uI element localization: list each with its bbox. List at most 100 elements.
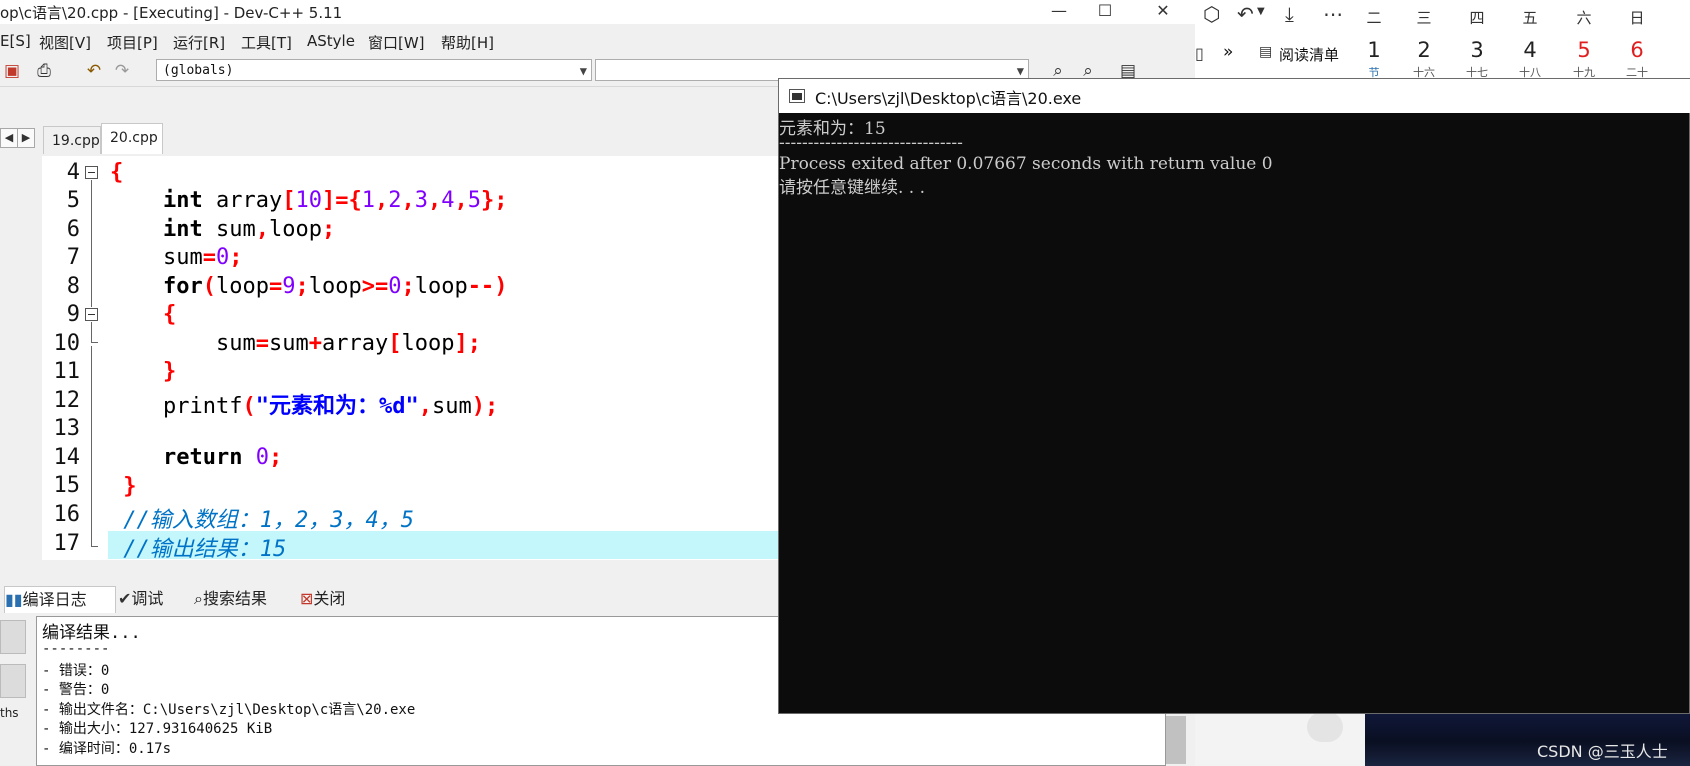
undo-icon[interactable]: ↶: [1237, 2, 1254, 26]
menu-project[interactable]: 项目[P]: [107, 32, 158, 53]
calendar-day[interactable]: 2: [1409, 38, 1439, 62]
number: 3: [414, 188, 428, 213]
side-glyph: ▯: [1195, 44, 1204, 63]
tab-20-cpp[interactable]: 20.cpp: [101, 123, 163, 154]
more-icon[interactable]: ⋯: [1323, 2, 1343, 26]
symbol: ;: [321, 217, 336, 242]
code-line-16: //输入数组：1，2，3，4，5: [110, 502, 414, 534]
more-bookmarks-button[interactable]: »: [1223, 42, 1233, 62]
feedback-icon[interactable]: [1307, 712, 1343, 742]
tab-scroll-right-icon[interactable]: ▶: [17, 128, 35, 148]
number: 9: [282, 274, 296, 299]
console-line: 请按任意键继续. . .: [779, 178, 926, 198]
symbol: ,: [401, 188, 415, 213]
calendar-day[interactable]: 3: [1462, 38, 1492, 62]
number: 0: [388, 274, 402, 299]
tab-search-results[interactable]: ⌕搜索结果: [194, 586, 267, 612]
chevron-down-icon: ▼: [579, 64, 587, 78]
symbol: {: [348, 188, 362, 213]
print-icon[interactable]: ⎙: [32, 60, 56, 82]
brace: {: [162, 302, 177, 327]
undo-icon[interactable]: ↶: [82, 60, 106, 82]
chevron-down-icon[interactable]: ▼: [1257, 6, 1265, 17]
menu-edit[interactable]: E[S]: [0, 32, 31, 50]
tab-close[interactable]: ⊠关闭: [300, 586, 345, 612]
symbol: ]: [454, 331, 468, 356]
symbol: >=: [361, 274, 389, 299]
tab-debug[interactable]: ✔调试: [118, 586, 163, 612]
console-app-icon: [789, 89, 805, 103]
weekday-label: 日: [1629, 9, 1645, 27]
menu-astyle[interactable]: AStyle: [307, 32, 355, 50]
code-line-11: }: [110, 359, 176, 384]
line-number: 14: [53, 445, 81, 470]
line-number: 12: [53, 388, 81, 413]
log-line: - 输出文件名：C:\Users\zjl\Desktop\c语言\20.exe: [42, 702, 416, 718]
calendar-day[interactable]: 4: [1515, 38, 1545, 62]
symbol: ;: [484, 394, 499, 419]
symbol: ]: [321, 188, 336, 213]
keyword: int: [162, 188, 203, 213]
log-side-button[interactable]: [0, 620, 26, 654]
close-button[interactable]: ✕: [1140, 0, 1186, 24]
identifier: loop: [308, 274, 362, 299]
number: 4: [441, 188, 455, 213]
minimize-button[interactable]: —: [1036, 0, 1082, 24]
calendar-day-weekend[interactable]: 5: [1569, 38, 1599, 62]
title-bar: op\c语言\20.cpp - [Executing] - Dev-C++ 5.…: [0, 0, 1195, 24]
chart-icon: ▮▮: [5, 590, 23, 609]
tab-scroll-left-icon[interactable]: ◀: [0, 128, 18, 148]
number: 1: [361, 188, 375, 213]
symbol: ,: [374, 188, 389, 213]
line-number: 4: [66, 160, 80, 185]
symbol: (: [242, 394, 256, 419]
menu-view[interactable]: 视图[V]: [39, 32, 91, 53]
close-file-icon[interactable]: ▣: [0, 60, 24, 82]
code-line-6: int sum,loop;: [110, 217, 335, 242]
line-number: 7: [66, 245, 80, 270]
weekday-label: 六: [1576, 9, 1592, 27]
code-line-5: int array[10]={1,2,3,4,5};: [110, 188, 507, 213]
code-line-14: return 0;: [110, 445, 282, 470]
fold-minus-icon[interactable]: [85, 166, 98, 179]
tab-label: 关闭: [313, 589, 346, 608]
log-line: - 错误：0: [42, 663, 110, 679]
reading-list-button[interactable]: 阅读清单: [1279, 44, 1339, 65]
code-line-17: //输出结果：15: [110, 531, 286, 563]
menu-run[interactable]: 运行[R]: [173, 32, 225, 53]
log-line: 编译结果...: [42, 623, 141, 643]
symbol: ,: [454, 188, 468, 213]
number: 0: [255, 445, 269, 470]
menu-window[interactable]: 窗口[W]: [368, 32, 425, 53]
scope-combo[interactable]: (globals) ▼: [156, 59, 592, 81]
log-scrollbar-thumb[interactable]: [1166, 716, 1186, 764]
symbol: ;: [467, 331, 481, 356]
calendar-day[interactable]: 1: [1359, 38, 1389, 62]
search-icon: ⌕: [194, 589, 203, 608]
symbol: =: [202, 245, 216, 270]
line-number: 6: [66, 217, 80, 242]
log-side-button[interactable]: [0, 664, 26, 698]
redo-icon[interactable]: ↷: [110, 60, 134, 82]
fold-line: [91, 346, 92, 546]
download-icon[interactable]: ⤓: [1285, 2, 1294, 26]
maximize-button[interactable]: ☐: [1082, 0, 1128, 24]
fold-minus-icon[interactable]: [85, 308, 98, 321]
tab-compile-log[interactable]: ▮▮编译日志: [4, 586, 116, 613]
reading-list-icon: ▤: [1259, 44, 1273, 60]
line-number: 16: [53, 502, 81, 527]
line-number: 10: [53, 331, 81, 356]
console-title: C:\Users\zjl\Desktop\c语言\20.exe: [815, 89, 1082, 108]
tab-19-cpp[interactable]: 19.cpp: [43, 126, 101, 154]
symbol: ): [471, 394, 485, 419]
menu-help[interactable]: 帮助[H]: [441, 32, 494, 53]
extensions-icon[interactable]: ⬡: [1203, 2, 1220, 26]
menu-tools[interactable]: 工具[T]: [241, 32, 292, 53]
fold-end-tick: [91, 342, 98, 343]
calendar-day-weekend[interactable]: 6: [1622, 38, 1652, 62]
